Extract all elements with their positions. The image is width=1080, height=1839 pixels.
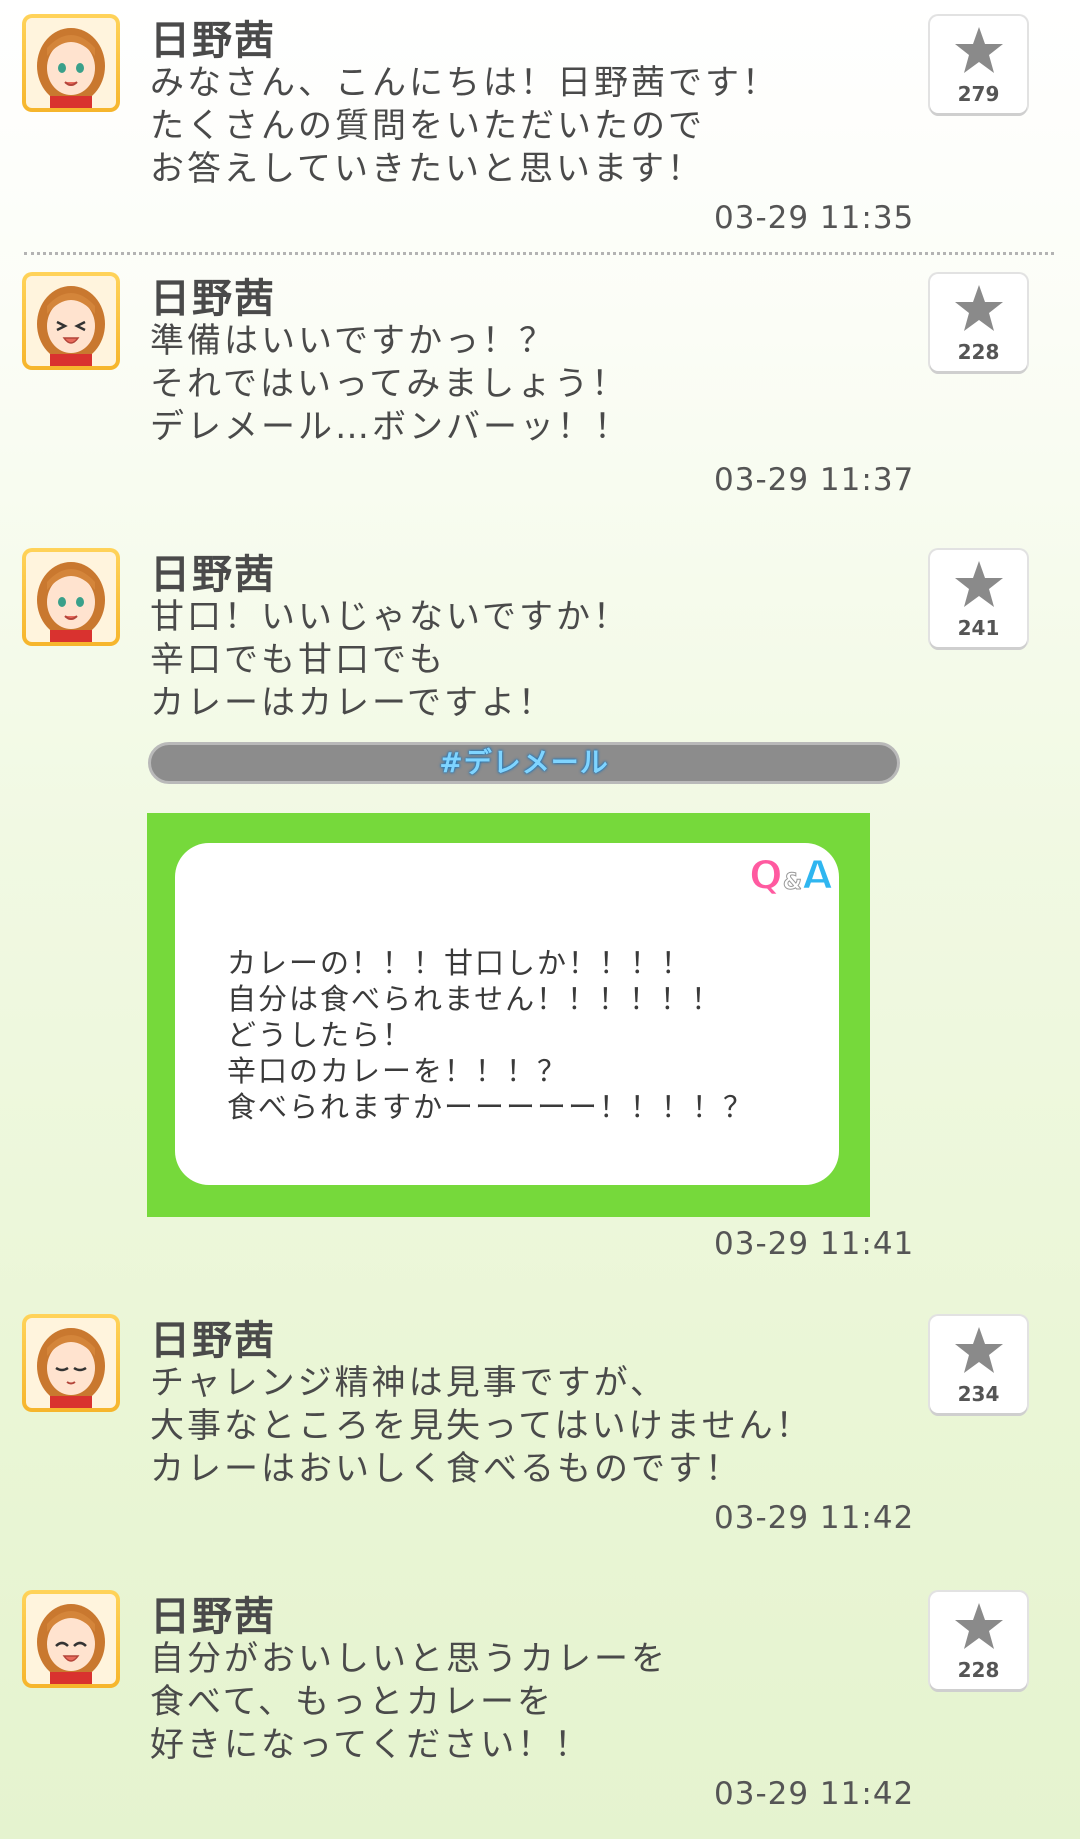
post-text: 準備はいいですかっ！？ それではいってみましょう！ デレメール…ボンバーッ！！ bbox=[150, 320, 631, 449]
qa-question-text: カレーの！！！甘口しか！！！！ 自分は食べられません！！！！！！ どうしたら！ … bbox=[227, 945, 754, 1125]
post-text: 自分がおいしいと思うカレーを 食べて、もっとカレーを 好きになってください！！ bbox=[150, 1638, 668, 1767]
qa-question-line: カレーの！！！甘口しか！！！！ bbox=[227, 946, 693, 980]
post-text-line: カレーはおいしく食べるものです！ bbox=[150, 1449, 742, 1489]
post-text-line: 自分がおいしいと思うカレーを bbox=[150, 1639, 668, 1679]
qa-card-body: Q&A カレーの！！！甘口しか！！！！ 自分は食べられません！！！！！！ どうし… bbox=[175, 843, 839, 1185]
hashtag-link[interactable]: #デレメール bbox=[148, 742, 900, 784]
star-icon bbox=[955, 285, 1003, 331]
avatar[interactable] bbox=[22, 548, 120, 646]
star-button[interactable]: 241 bbox=[930, 550, 1027, 647]
qa-badge: Q&A bbox=[748, 852, 834, 900]
avatar[interactable] bbox=[22, 1590, 120, 1688]
star-count: 234 bbox=[957, 1382, 1000, 1406]
post-text: 甘口！いいじゃないですか！ 辛口でも甘口でも カレーはカレーですよ！ bbox=[150, 596, 630, 725]
avatar-image bbox=[26, 1318, 116, 1408]
post-text-line: それではいってみましょう！ bbox=[150, 364, 629, 404]
star-button[interactable]: 228 bbox=[930, 274, 1027, 371]
post-feed: 日野茜 みなさん、こんにちは！日野茜です！ たくさんの質問をいただいたので お答… bbox=[0, 0, 1080, 1839]
star-button[interactable]: 279 bbox=[930, 16, 1027, 113]
post-text-line: カレーはカレーですよ！ bbox=[150, 683, 555, 723]
star-icon bbox=[955, 1603, 1003, 1649]
avatar-image bbox=[26, 1594, 116, 1684]
qa-badge-amp: & bbox=[782, 870, 803, 896]
qa-badge-q: Q bbox=[748, 852, 784, 900]
avatar-image bbox=[26, 276, 116, 366]
post-text-line: デレメール…ボンバーッ！！ bbox=[150, 407, 631, 447]
post-text-line: 辛口でも甘口でも bbox=[150, 640, 446, 680]
qa-badge-a: A bbox=[801, 852, 834, 900]
author-name: 日野茜 bbox=[150, 18, 276, 64]
star-icon bbox=[955, 27, 1003, 73]
post-timestamp: 03-29 11:42 bbox=[714, 1500, 915, 1536]
avatar[interactable] bbox=[22, 272, 120, 370]
author-name: 日野茜 bbox=[150, 1318, 276, 1364]
post-text-line: 食べて、もっとカレーを bbox=[150, 1682, 554, 1722]
post-text-line: チャレンジ精神は見事ですが、 bbox=[150, 1363, 667, 1403]
post-text-line: 好きになってください！！ bbox=[150, 1725, 592, 1765]
star-count: 241 bbox=[957, 616, 1000, 640]
star-button[interactable]: 234 bbox=[930, 1316, 1027, 1413]
post-text-line: 甘口！いいじゃないですか！ bbox=[150, 597, 630, 637]
qa-question-line: どうしたら！ bbox=[227, 1018, 414, 1052]
star-count: 228 bbox=[957, 340, 1000, 364]
post-text-line: たくさんの質問をいただいたので bbox=[150, 106, 705, 146]
hashtag-text: #デレメール bbox=[439, 746, 609, 779]
author-name: 日野茜 bbox=[150, 1594, 276, 1640]
post-timestamp: 03-29 11:35 bbox=[714, 200, 915, 236]
qa-question-line: 食べられますかーーーーー！！！！？ bbox=[227, 1090, 755, 1124]
star-count: 228 bbox=[957, 1658, 1000, 1682]
post-text-line: みなさん、こんにちは！日野茜です！ bbox=[150, 63, 779, 103]
avatar[interactable] bbox=[22, 1314, 120, 1412]
author-name: 日野茜 bbox=[150, 276, 276, 322]
post-timestamp: 03-29 11:41 bbox=[714, 1226, 915, 1262]
avatar[interactable] bbox=[22, 14, 120, 112]
divider bbox=[24, 252, 1054, 255]
avatar-image bbox=[26, 18, 116, 108]
star-count: 279 bbox=[957, 82, 1000, 106]
post-text: みなさん、こんにちは！日野茜です！ たくさんの質問をいただいたので お答えしてい… bbox=[150, 62, 779, 191]
post-text: チャレンジ精神は見事ですが、 大事なところを見失ってはいけません！ カレーはおい… bbox=[150, 1362, 813, 1491]
post-timestamp: 03-29 11:42 bbox=[714, 1776, 915, 1812]
avatar-image bbox=[26, 552, 116, 642]
qa-question-line: 辛口のカレーを！！！？ bbox=[227, 1054, 569, 1088]
post-text-line: 準備はいいですかっ！？ bbox=[150, 321, 556, 361]
author-name: 日野茜 bbox=[150, 552, 276, 598]
post-timestamp: 03-29 11:37 bbox=[714, 462, 915, 498]
star-icon bbox=[955, 1327, 1003, 1373]
post-text-line: お答えしていきたいと思います！ bbox=[150, 149, 704, 189]
star-button[interactable]: 228 bbox=[930, 1592, 1027, 1689]
star-icon bbox=[955, 561, 1003, 607]
qa-card[interactable]: Q&A カレーの！！！甘口しか！！！！ 自分は食べられません！！！！！！ どうし… bbox=[147, 813, 870, 1217]
post-text-line: 大事なところを見失ってはいけません！ bbox=[150, 1406, 813, 1446]
qa-question-line: 自分は食べられません！！！！！！ bbox=[227, 982, 723, 1016]
